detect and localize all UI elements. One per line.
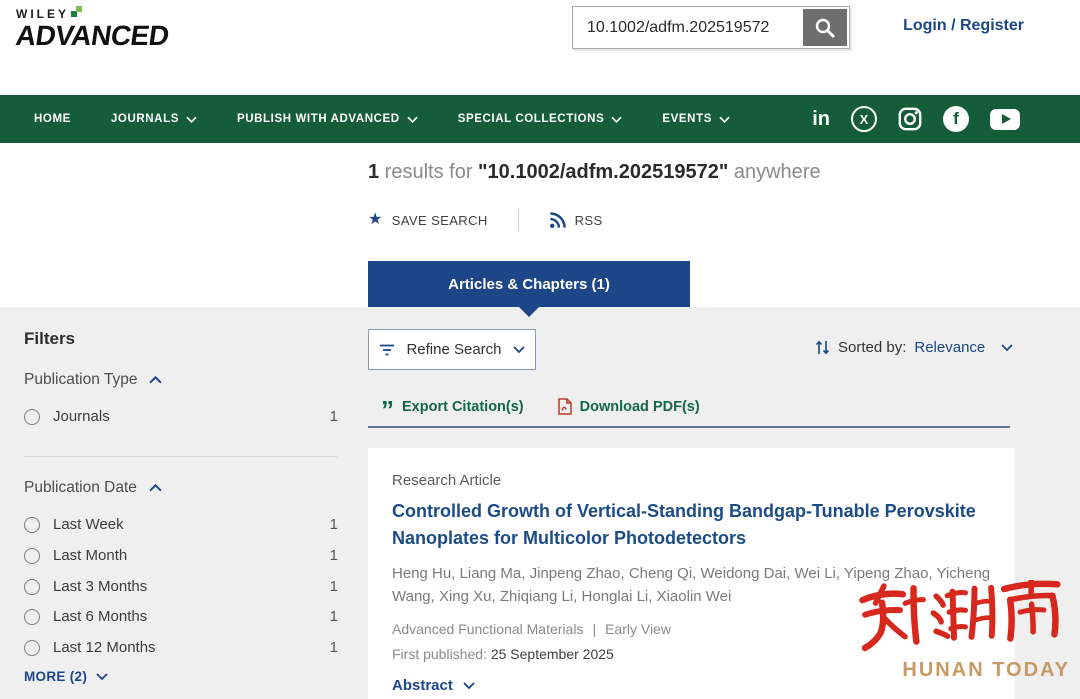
chevron-down-icon (463, 682, 475, 689)
results-summary-band: 1 results for "10.1002/adfm.202519572" a… (0, 143, 1080, 307)
chevron-down-icon (1001, 344, 1013, 351)
top-header: WILEY ADVANCED Login / Register (0, 0, 1080, 95)
youtube-icon[interactable] (990, 109, 1020, 130)
instagram-icon[interactable] (898, 107, 922, 131)
filter-option-last-3-months[interactable]: Last 3 Months 1 (24, 578, 338, 595)
linkedin-icon[interactable]: in (812, 109, 830, 129)
filter-icon (379, 344, 395, 356)
article-authors: Heng Hu, Liang Ma, Jinpeng Zhao, Cheng Q… (392, 562, 991, 609)
vertical-divider (518, 209, 519, 231)
filter-section-publication-date[interactable]: Publication Date (24, 479, 162, 497)
filter-option-last-6-months[interactable]: Last 6 Months 1 (24, 608, 338, 625)
filter-option-last-12-months[interactable]: Last 12 Months 1 (24, 639, 338, 656)
search-button[interactable] (803, 9, 847, 46)
nav-item-special-collections[interactable]: SPECIAL COLLECTIONS (458, 113, 623, 125)
results-query: "10.1002/adfm.202519572" (478, 161, 728, 183)
radio-button[interactable] (24, 517, 40, 533)
first-published-line: First published: 25 September 2025 (392, 646, 991, 662)
filter-count: 1 (330, 547, 338, 564)
export-citations-button[interactable]: ” Export Citation(s) (381, 399, 524, 415)
bulk-actions-row: ” Export Citation(s) Download PDF(s) (381, 398, 700, 415)
search-box (572, 6, 850, 49)
x-twitter-icon[interactable]: X (851, 106, 877, 132)
wiley-advanced-logo[interactable]: WILEY ADVANCED (16, 6, 169, 50)
nav-item-journals[interactable]: JOURNALS (111, 113, 197, 125)
nav-item-home[interactable]: HOME (34, 113, 71, 125)
radio-button[interactable] (24, 640, 40, 656)
publication-stage: Early View (605, 621, 671, 637)
filter-count: 1 (330, 516, 338, 533)
radio-button[interactable] (24, 579, 40, 595)
search-actions-row: ★ SAVE SEARCH RSS (368, 209, 603, 231)
abstract-toggle[interactable]: Abstract (392, 677, 991, 694)
radio-button[interactable] (24, 409, 40, 425)
chevron-down-icon (513, 346, 525, 353)
page: WILEY ADVANCED Login / Register HOME JOU… (0, 0, 1080, 699)
nav-item-events[interactable]: EVENTS (662, 113, 730, 125)
facebook-icon[interactable]: f (943, 106, 969, 132)
filter-count: 1 (330, 639, 338, 656)
article-type-label: Research Article (392, 472, 991, 489)
quote-icon: ” (381, 405, 394, 415)
search-result-card: Research Article Controlled Growth of Ve… (368, 448, 1015, 699)
tab-articles-chapters[interactable]: Articles & Chapters (1) (368, 261, 690, 307)
advanced-brand-text: ADVANCED (16, 22, 169, 50)
filters-title: Filters (24, 329, 75, 349)
sort-arrows-icon (815, 339, 830, 356)
star-icon: ★ (368, 212, 383, 228)
search-icon (814, 17, 836, 39)
sorted-by-value: Relevance (914, 339, 985, 356)
wiley-squares-icon (71, 6, 83, 18)
pdf-icon (558, 398, 572, 415)
sorted-by-label: Sorted by: (838, 339, 906, 356)
journal-separator: | (592, 621, 596, 637)
results-summary-text: 1 results for "10.1002/adfm.202519572" a… (368, 161, 821, 184)
save-search-button[interactable]: ★ SAVE SEARCH (368, 212, 488, 228)
rss-icon (549, 212, 566, 229)
download-pdfs-button[interactable]: Download PDF(s) (558, 398, 700, 415)
filter-count: 1 (330, 608, 338, 625)
more-filters-button[interactable]: MORE (2) (24, 669, 108, 684)
first-published-date: 25 September 2025 (491, 646, 614, 662)
results-count: 1 (368, 161, 379, 183)
refine-search-button[interactable]: Refine Search (368, 329, 536, 370)
radio-button[interactable] (24, 609, 40, 625)
radio-button[interactable] (24, 548, 40, 564)
chevron-down-icon (719, 116, 730, 123)
sort-control[interactable]: Sorted by: Relevance (815, 339, 1013, 356)
filter-option-journals[interactable]: Journals 1 (24, 408, 338, 425)
social-links: in X f (812, 106, 1080, 132)
chevron-down-icon (611, 116, 622, 123)
article-title-link[interactable]: Controlled Growth of Vertical-Standing B… (392, 498, 991, 552)
filter-count: 1 (330, 578, 338, 595)
content-area: Filters Publication Type Journals 1 Publ… (0, 307, 1080, 699)
filter-option-last-month[interactable]: Last Month 1 (24, 547, 338, 564)
chevron-up-icon (149, 484, 162, 492)
main-navigation: HOME JOURNALS PUBLISH WITH ADVANCED SPEC… (0, 95, 1080, 143)
journal-name: Advanced Functional Materials (392, 621, 583, 637)
chevron-down-icon (96, 673, 108, 680)
sidebar-divider (24, 456, 337, 457)
filter-option-last-week[interactable]: Last Week 1 (24, 516, 338, 533)
article-journal-line: Advanced Functional Materials | Early Vi… (392, 621, 991, 637)
wiley-brand-text: WILEY (16, 6, 169, 21)
chevron-down-icon (186, 116, 197, 123)
filter-section-publication-type[interactable]: Publication Type (24, 371, 162, 389)
filter-count: 1 (330, 408, 338, 425)
results-top-rule (368, 426, 1010, 428)
nav-item-publish-with-advanced[interactable]: PUBLISH WITH ADVANCED (237, 113, 418, 125)
chevron-up-icon (149, 376, 162, 384)
search-input[interactable] (573, 7, 803, 48)
login-register-link[interactable]: Login / Register (903, 17, 1024, 35)
chevron-down-icon (407, 116, 418, 123)
rss-button[interactable]: RSS (549, 212, 603, 229)
